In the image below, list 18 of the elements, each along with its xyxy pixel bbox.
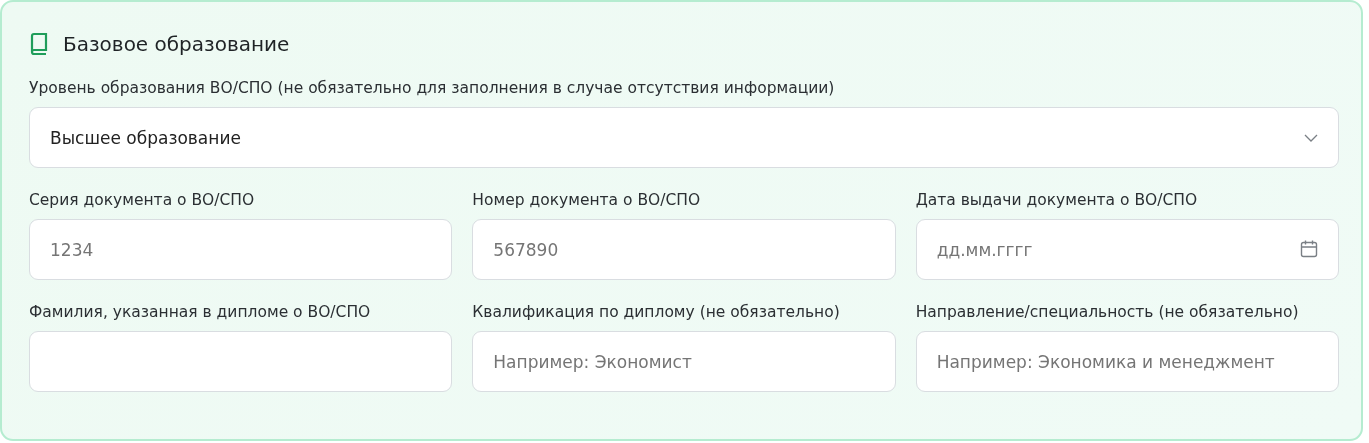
section-title: Базовое образование: [63, 32, 290, 56]
date-field[interactable]: дд.мм.гггг: [915, 219, 1339, 280]
field-label: Уровень образования ВО/СПО (не обязательно для заполнения в случае отсутствия информации): [29, 79, 836, 97]
field-label: Направление/специальность (не обязательно): [915, 303, 1300, 321]
chevron-down-icon: [1304, 133, 1318, 142]
field-label: Номер документа о ВО/СПО: [472, 191, 702, 209]
input-field[interactable]: [29, 331, 453, 392]
input-field[interactable]: Например: Экономист: [472, 331, 896, 392]
field-label: Дата выдачи документа о ВО/СПО: [915, 191, 1199, 209]
calendar-icon[interactable]: [1299, 239, 1319, 259]
book-icon: [29, 32, 49, 56]
select-field[interactable]: Высшее образование: [29, 107, 1339, 168]
input-field[interactable]: 1234: [29, 219, 453, 280]
field-label: Квалификация по диплому (не обязательно): [472, 303, 841, 321]
field-label: Фамилия, указанная в дипломе о ВО/СПО: [29, 303, 372, 321]
input-field[interactable]: 567890: [472, 219, 896, 280]
field-label: Серия документа о ВО/СПО: [29, 191, 256, 209]
input-field[interactable]: Например: Экономика и менеджмент: [915, 331, 1339, 392]
